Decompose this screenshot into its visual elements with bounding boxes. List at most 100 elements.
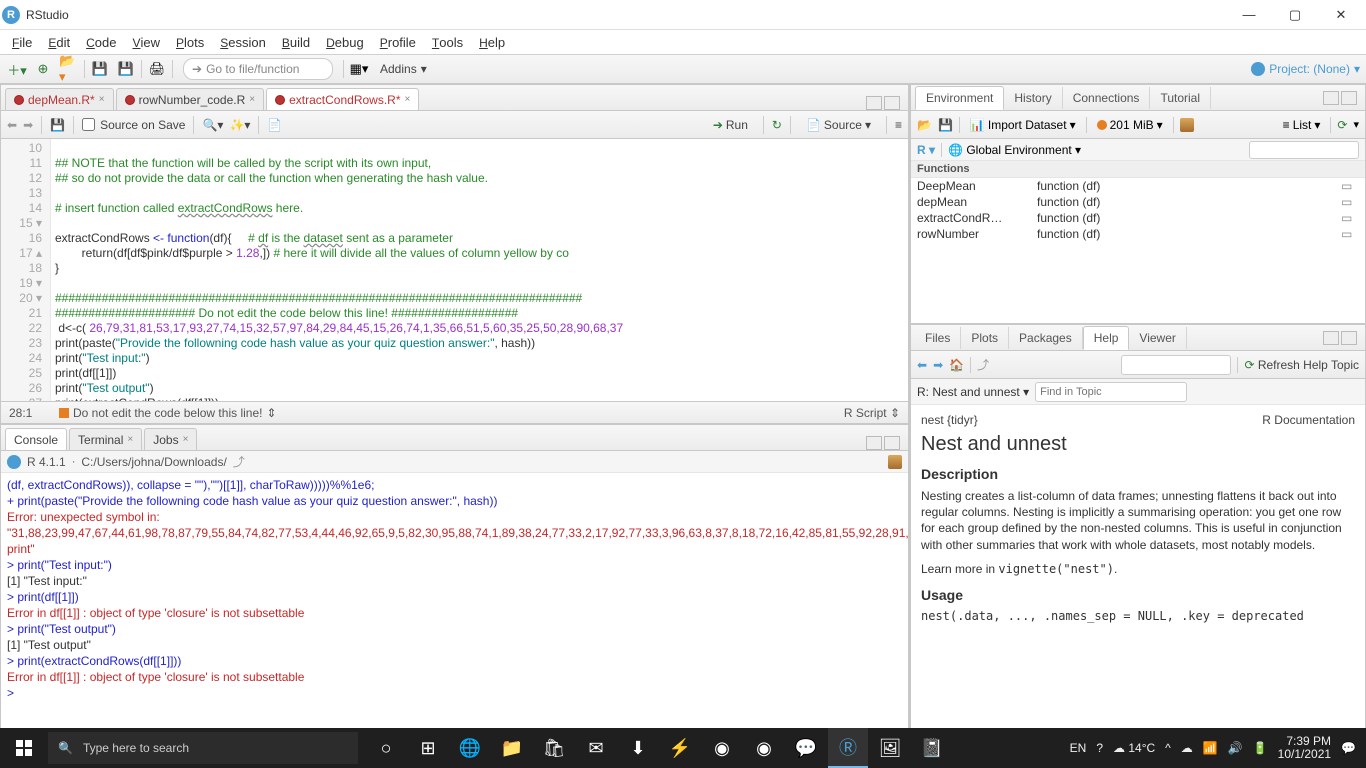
- photos-icon[interactable]: 🖼: [870, 728, 910, 768]
- pane-maximize-icon[interactable]: [1341, 331, 1357, 345]
- menu-profile[interactable]: Profile: [374, 33, 422, 52]
- dropbox-icon[interactable]: ⬇: [618, 728, 658, 768]
- mail-icon[interactable]: ✉: [576, 728, 616, 768]
- menu-file[interactable]: File: [6, 33, 38, 52]
- save-workspace-button[interactable]: 💾: [938, 118, 953, 132]
- outline-button[interactable]: ≡: [895, 118, 902, 132]
- tab-tutorial[interactable]: Tutorial: [1150, 87, 1211, 109]
- slack-icon[interactable]: ⚡: [660, 728, 700, 768]
- start-button[interactable]: [0, 728, 48, 768]
- forward-button[interactable]: ➡: [23, 118, 33, 132]
- help-popup-button[interactable]: ⤴: [977, 356, 989, 373]
- view-icon[interactable]: ▭: [1341, 195, 1359, 209]
- save-button[interactable]: 💾: [89, 58, 111, 80]
- whatsapp-icon[interactable]: 💬: [786, 728, 826, 768]
- back-button[interactable]: ⬅: [7, 118, 17, 132]
- cortana-icon[interactable]: ○: [366, 728, 406, 768]
- env-row[interactable]: DeepMeanfunction (df)▭: [911, 178, 1365, 194]
- store-icon[interactable]: 🛍: [534, 728, 574, 768]
- minimize-button[interactable]: —: [1226, 0, 1272, 30]
- working-directory[interactable]: C:/Users/johna/Downloads/: [81, 455, 226, 469]
- battery-icon[interactable]: 🔋: [1253, 741, 1268, 755]
- env-row[interactable]: rowNumberfunction (df)▭: [911, 226, 1365, 242]
- notifications-icon[interactable]: 💬: [1341, 741, 1356, 755]
- tab-viewer[interactable]: Viewer: [1129, 327, 1186, 349]
- clear-workspace-button[interactable]: [1180, 118, 1194, 132]
- help-home-button[interactable]: 🏠: [949, 358, 964, 372]
- help-topic-dropdown[interactable]: R: Nest and unnest ▾: [917, 385, 1029, 399]
- tab-jobs[interactable]: Jobs×: [144, 428, 197, 450]
- scope-dropdown[interactable]: 🌐 Global Environment ▾: [948, 143, 1081, 157]
- source-button[interactable]: 📄Source ▾: [799, 115, 878, 135]
- tray-chevron-icon[interactable]: ^: [1165, 741, 1171, 755]
- open-file-button[interactable]: 📂▾: [58, 58, 80, 80]
- task-view-icon[interactable]: ⊞: [408, 728, 448, 768]
- help-forward-button[interactable]: ➡: [933, 358, 943, 372]
- pane-maximize-icon[interactable]: [884, 436, 900, 450]
- tab-console[interactable]: Console: [5, 428, 67, 450]
- pane-minimize-icon[interactable]: [866, 96, 882, 110]
- source-on-save-checkbox[interactable]: Source on Save: [82, 118, 185, 132]
- print-button[interactable]: 🖨: [146, 58, 168, 80]
- tab-connections[interactable]: Connections: [1063, 87, 1151, 109]
- wand-button[interactable]: ✨▾: [229, 118, 250, 132]
- help-search-input[interactable]: [1121, 355, 1231, 375]
- help-tray-icon[interactable]: ?: [1096, 741, 1103, 755]
- pane-minimize-icon[interactable]: [866, 436, 882, 450]
- close-button[interactable]: ✕: [1318, 0, 1364, 30]
- grid-button[interactable]: ▦▾: [348, 58, 370, 80]
- tab-plots[interactable]: Plots: [961, 327, 1009, 349]
- volume-icon[interactable]: 🔊: [1228, 741, 1243, 755]
- view-icon[interactable]: ▭: [1341, 211, 1359, 225]
- language-mode[interactable]: R Script ⇕: [844, 406, 900, 420]
- rerun-button[interactable]: ↻: [772, 118, 782, 132]
- new-file-button[interactable]: ＋▾: [6, 58, 28, 80]
- language-indicator[interactable]: EN: [1070, 741, 1087, 755]
- help-content[interactable]: nest {tidyr}R Documentation Nest and unn…: [911, 405, 1365, 753]
- close-tab-icon[interactable]: ×: [249, 94, 255, 105]
- menu-edit[interactable]: Edit: [42, 33, 76, 52]
- menu-code[interactable]: Code: [80, 33, 122, 52]
- env-row[interactable]: extractCondR…function (df)▭: [911, 210, 1365, 226]
- goto-file-input[interactable]: ➔ Go to file/function: [183, 58, 333, 80]
- rstudio-taskbar-icon[interactable]: Ⓡ: [828, 728, 868, 768]
- run-button[interactable]: ➔Run: [706, 115, 755, 135]
- view-icon[interactable]: ▭: [1341, 179, 1359, 193]
- chrome-icon[interactable]: ◉: [702, 728, 742, 768]
- menu-debug[interactable]: Debug: [320, 33, 370, 52]
- wd-popup-icon[interactable]: ⤴: [233, 453, 245, 470]
- save-source-button[interactable]: 💾: [50, 118, 65, 132]
- new-project-button[interactable]: ⊕: [32, 58, 54, 80]
- pane-minimize-icon[interactable]: [1323, 331, 1339, 345]
- pane-maximize-icon[interactable]: [884, 96, 900, 110]
- notebook-button[interactable]: 📄: [267, 118, 282, 132]
- close-tab-icon[interactable]: ×: [405, 94, 411, 105]
- console-output[interactable]: (df, extractCondRows)), collapse = ""),"…: [1, 473, 908, 753]
- onedrive-icon[interactable]: ☁: [1181, 741, 1193, 755]
- chrome-alt-icon[interactable]: ◉: [744, 728, 784, 768]
- refresh-env-button[interactable]: ⟳: [1337, 118, 1347, 132]
- tab-terminal[interactable]: Terminal×: [69, 428, 142, 450]
- list-view-dropdown[interactable]: ≡ List ▾: [1279, 116, 1325, 134]
- tab-packages[interactable]: Packages: [1009, 327, 1083, 349]
- clock[interactable]: 7:39 PM 10/1/2021: [1278, 735, 1331, 761]
- load-workspace-button[interactable]: 📂: [917, 118, 932, 132]
- menu-tools[interactable]: Tools: [426, 33, 469, 52]
- refresh-help-button[interactable]: ⟳ Refresh Help Topic: [1244, 358, 1359, 372]
- code-editor[interactable]: 101112131415 ▾1617 ▴1819 ▾20 ▾2122232425…: [1, 139, 908, 401]
- pane-minimize-icon[interactable]: [1323, 91, 1339, 105]
- notepad-icon[interactable]: 📓: [912, 728, 952, 768]
- help-back-button[interactable]: ⬅: [917, 358, 927, 372]
- tab-files[interactable]: Files: [915, 327, 961, 349]
- project-menu[interactable]: Project: (None) ▾: [1251, 62, 1360, 76]
- find-in-topic-input[interactable]: [1035, 382, 1187, 402]
- tab-history[interactable]: History: [1004, 87, 1062, 109]
- import-dataset-dropdown[interactable]: 📊 Import Dataset ▾: [966, 116, 1080, 134]
- language-dropdown[interactable]: R ▾: [917, 143, 935, 157]
- editor-tab-extractcondrows[interactable]: extractCondRows.R*×: [266, 88, 419, 110]
- editor-tab-depmean[interactable]: depMean.R*×: [5, 88, 114, 110]
- menu-build[interactable]: Build: [276, 33, 316, 52]
- clear-console-button[interactable]: [888, 455, 902, 469]
- section-indicator[interactable]: Do not edit the code below this line! ⇕: [59, 406, 844, 420]
- edge-icon[interactable]: 🌐: [450, 728, 490, 768]
